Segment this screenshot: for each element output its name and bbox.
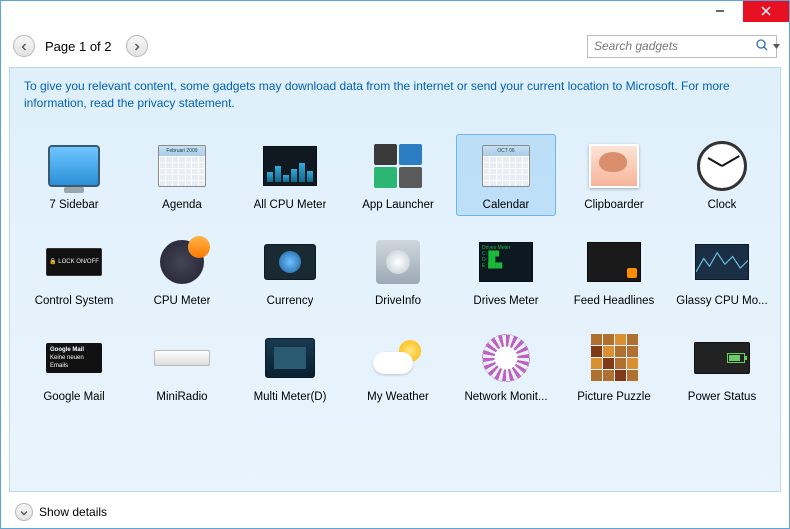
gadget-label: My Weather (367, 391, 429, 403)
gadget-label: Currency (267, 295, 314, 307)
gadget-thumb-calendar: OCT 06 (475, 139, 537, 193)
gadget-label: Power Status (688, 391, 756, 403)
gadget-thumb-driveinfo (367, 235, 429, 289)
gadget-item-7-sidebar[interactable]: 7 Sidebar (24, 134, 124, 216)
show-details-toggle[interactable] (15, 503, 33, 521)
gadget-thumb-miniradio (151, 331, 213, 385)
gadget-item-agenda[interactable]: Februari 2009 Agenda (132, 134, 232, 216)
gadget-label: Network Monit... (464, 391, 547, 403)
gadget-item-miniradio[interactable]: MiniRadio (132, 326, 232, 408)
gadget-thumb-clipboarder (583, 139, 645, 193)
gadget-item-feed-headlines[interactable]: Feed Headlines (564, 230, 664, 312)
toolbar: Page 1 of 2 (1, 29, 789, 63)
gadget-item-all-cpu-meter[interactable]: All CPU Meter (240, 134, 340, 216)
gadget-label: Multi Meter(D) (254, 391, 327, 403)
gadget-label: Feed Headlines (574, 295, 655, 307)
gadget-thumb-agenda: Februari 2009 (151, 139, 213, 193)
gadget-thumb-currency (259, 235, 321, 289)
gadget-item-app-launcher[interactable]: App Launcher (348, 134, 448, 216)
close-button[interactable] (743, 1, 789, 22)
prev-page-button[interactable] (13, 35, 35, 57)
gadget-item-clock[interactable]: Clock (672, 134, 772, 216)
gadget-label: Control System (35, 295, 114, 307)
gadget-thumb-network-monit (475, 331, 537, 385)
page-indicator: Page 1 of 2 (45, 39, 112, 54)
gadget-item-google-mail[interactable]: Google MailKeine neuen Emails Google Mail (24, 326, 124, 408)
search-box[interactable] (587, 35, 777, 58)
close-icon (761, 4, 771, 19)
gadget-item-cpu-meter[interactable]: CPU Meter (132, 230, 232, 312)
gadget-item-driveinfo[interactable]: DriveInfo (348, 230, 448, 312)
search-icon[interactable] (755, 38, 769, 55)
gadget-item-currency[interactable]: Currency (240, 230, 340, 312)
gadget-thumb-clock (691, 139, 753, 193)
gadget-label: Agenda (162, 199, 202, 211)
show-details-label: Show details (39, 505, 107, 519)
gadget-label: DriveInfo (375, 295, 421, 307)
gadget-label: App Launcher (362, 199, 434, 211)
search-dropdown-icon[interactable] (773, 39, 780, 53)
gadget-thumb-7-sidebar (43, 139, 105, 193)
gadget-item-clipboarder[interactable]: Clipboarder (564, 134, 664, 216)
gadget-thumb-google-mail: Google MailKeine neuen Emails (43, 331, 105, 385)
gadget-label: MiniRadio (156, 391, 207, 403)
gadget-item-drives-meter[interactable]: Drives MeterC: ███D: ██E: ████ Drives Met… (456, 230, 556, 312)
gadget-thumb-multi-meter-d (259, 331, 321, 385)
gadget-item-multi-meter-d[interactable]: Multi Meter(D) (240, 326, 340, 408)
gadget-thumb-feed-headlines (583, 235, 645, 289)
search-input[interactable] (594, 39, 751, 53)
chevron-right-icon (133, 39, 141, 54)
minimize-icon (715, 4, 725, 19)
gadget-thumb-control-system: 🔒 LOCK ON/OFF (43, 235, 105, 289)
gadget-thumb-app-launcher (367, 139, 429, 193)
gadget-label: CPU Meter (154, 295, 211, 307)
gadget-thumb-power-status (691, 331, 753, 385)
gadget-item-glassy-cpu[interactable]: Glassy CPU Mo... (672, 230, 772, 312)
bottom-bar: Show details (1, 496, 789, 528)
gadget-label: Clipboarder (584, 199, 643, 211)
chevron-left-icon (20, 39, 28, 54)
gadget-grid: 7 Sidebar Februari 2009 Agenda All CPU Mete… (24, 134, 766, 408)
gadget-label: 7 Sidebar (49, 199, 98, 211)
gadget-label: Picture Puzzle (577, 391, 651, 403)
gadget-label: Glassy CPU Mo... (676, 295, 767, 307)
gadget-label: All CPU Meter (254, 199, 327, 211)
gadget-thumb-cpu-meter (151, 235, 213, 289)
privacy-info-text: To give you relevant content, some gadge… (24, 78, 766, 112)
gadget-item-picture-puzzle[interactable]: Picture Puzzle (564, 326, 664, 408)
gadget-thumb-all-cpu-meter (259, 139, 321, 193)
minimize-button[interactable] (697, 1, 743, 22)
gadget-thumb-glassy-cpu (691, 235, 753, 289)
gadget-thumb-drives-meter: Drives MeterC: ███D: ██E: ████ (475, 235, 537, 289)
gadget-item-network-monit[interactable]: Network Monit... (456, 326, 556, 408)
gadgets-window: Page 1 of 2 To give you relevant content… (0, 0, 790, 529)
gadget-item-power-status[interactable]: Power Status (672, 326, 772, 408)
gadget-item-control-system[interactable]: 🔒 LOCK ON/OFF Control System (24, 230, 124, 312)
gadget-item-calendar[interactable]: OCT 06 Calendar (456, 134, 556, 216)
content-panel: To give you relevant content, some gadge… (9, 67, 781, 492)
gadget-label: Clock (708, 199, 737, 211)
titlebar (1, 1, 789, 29)
chevron-down-icon (20, 505, 28, 520)
gadget-label: Calendar (483, 199, 530, 211)
gadget-thumb-picture-puzzle (583, 331, 645, 385)
gadget-label: Google Mail (43, 391, 104, 403)
next-page-button[interactable] (126, 35, 148, 57)
gadget-thumb-my-weather (367, 331, 429, 385)
gadget-label: Drives Meter (473, 295, 538, 307)
gadget-item-my-weather[interactable]: My Weather (348, 326, 448, 408)
